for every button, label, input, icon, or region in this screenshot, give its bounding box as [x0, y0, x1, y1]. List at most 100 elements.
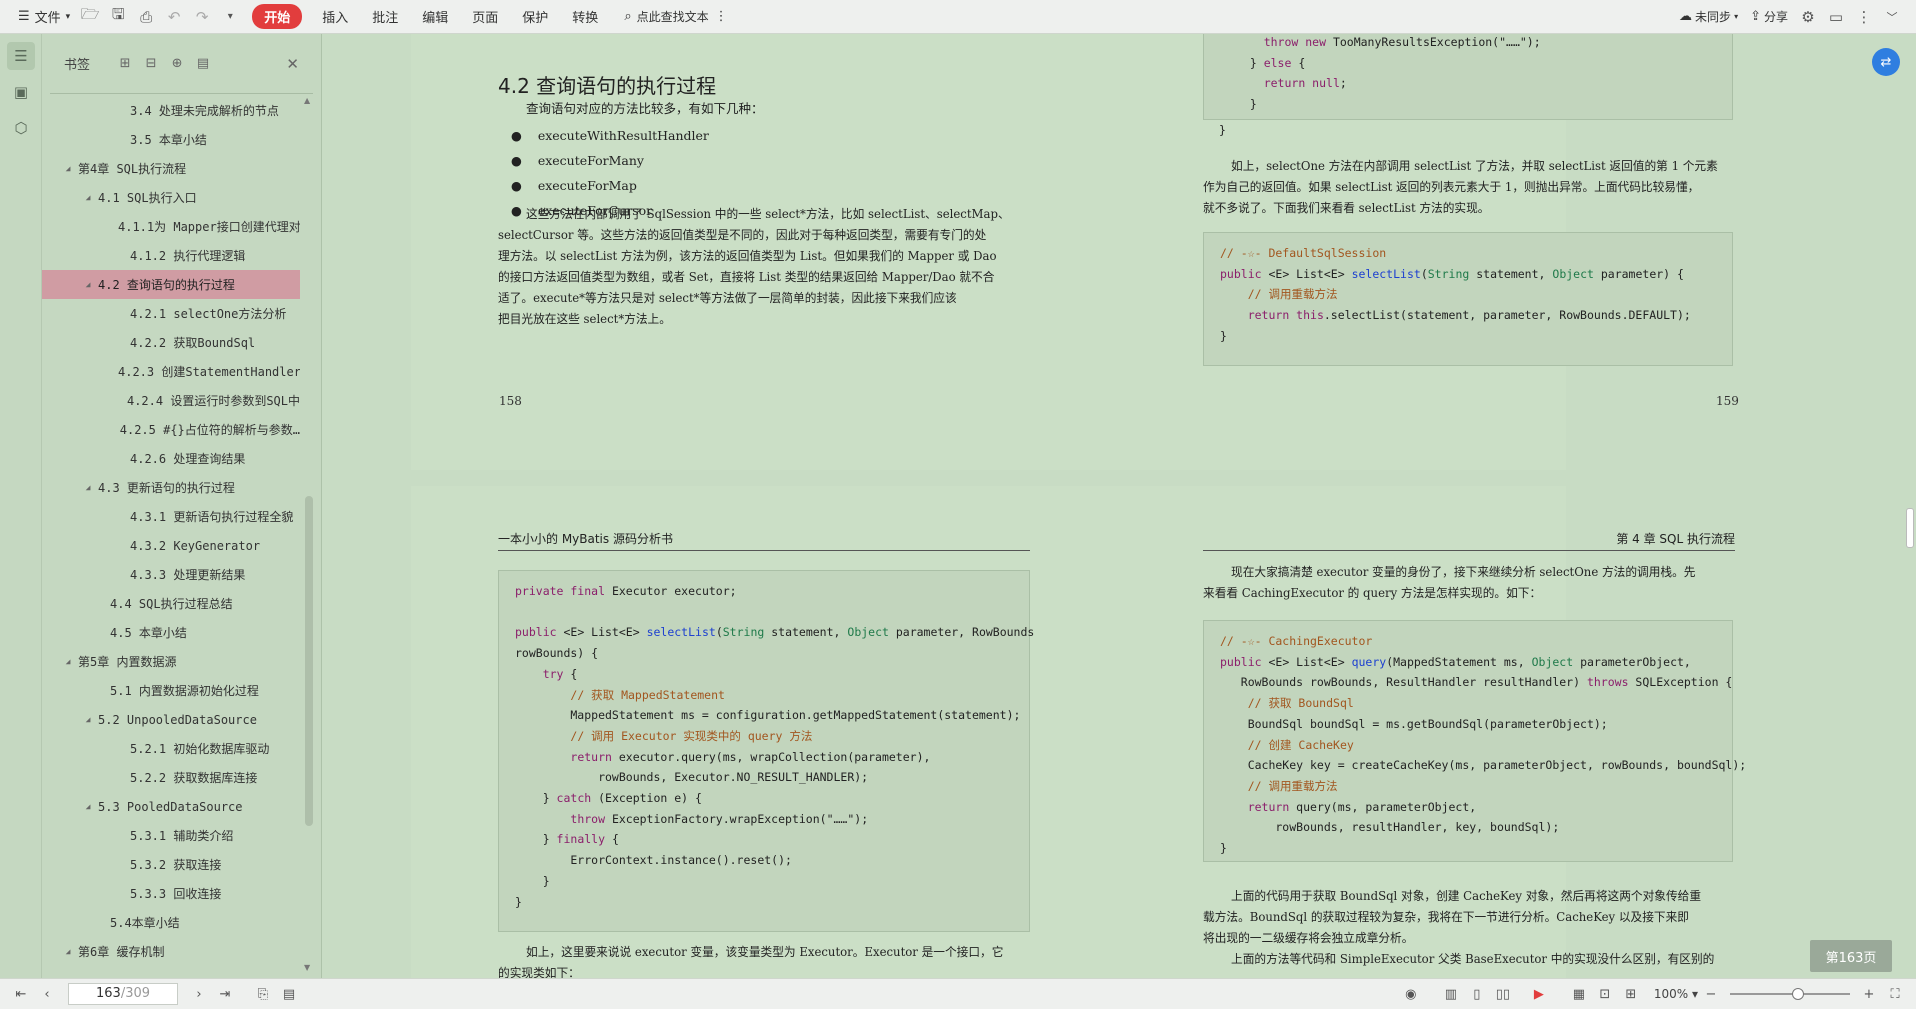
page-number-input[interactable]: 163/309: [68, 983, 178, 1005]
dual-page-icon[interactable]: ▯▯: [1490, 979, 1516, 1009]
more-vertical-icon[interactable]: ⋮: [1850, 0, 1878, 34]
save-icon[interactable]: 🖫: [104, 0, 132, 34]
tab-edit[interactable]: 编辑: [410, 7, 460, 26]
toc-item[interactable]: 5.3.2 获取连接: [42, 850, 300, 879]
toc-item[interactable]: ◢ 第5章 内置数据源: [42, 647, 300, 676]
sync-status[interactable]: ☁ 未同步 ▾: [1673, 0, 1744, 34]
print-icon[interactable]: ⎙: [132, 0, 160, 34]
close-icon[interactable]: ✕: [286, 55, 299, 73]
toc-item[interactable]: 4.2.1 selectOne方法分析: [42, 299, 300, 328]
bookmark-panel-icon[interactable]: ☰: [7, 42, 35, 70]
last-page-icon[interactable]: ⇥: [212, 979, 238, 1009]
zoom-slider-thumb[interactable]: [1792, 988, 1804, 1000]
file-menu[interactable]: ☰ 文件 ▾: [12, 0, 76, 34]
settings-icon[interactable]: ⚙: [1794, 0, 1822, 34]
expand-all-icon[interactable]: ⊞: [112, 56, 138, 71]
tab-comment[interactable]: 批注: [360, 7, 410, 26]
zoom-in-icon[interactable]: +: [1856, 979, 1882, 1009]
toc-item[interactable]: 5.4本章小结: [42, 908, 300, 937]
toc-item[interactable]: 4.1.2 执行代理逻辑: [42, 241, 300, 270]
toc-item[interactable]: 5.2.1 初始化数据库驱动: [42, 734, 300, 763]
expand-triangle-icon[interactable]: ◢: [62, 657, 74, 666]
expand-triangle-icon[interactable]: ◢: [62, 947, 74, 956]
toc-item[interactable]: 4.2.5 #{}占位符的解析与参数…: [42, 415, 300, 444]
toc-item[interactable]: 5.3.3 回收连接: [42, 879, 300, 908]
redo-icon[interactable]: ↷: [188, 0, 216, 34]
toc-item[interactable]: ◢ 5.3 PooledDataSource: [42, 792, 300, 821]
play-icon[interactable]: ▶: [1526, 979, 1552, 1009]
document-scroll-thumb[interactable]: [1906, 508, 1914, 548]
toc-item-label: 4.2.2 获取BoundSql: [130, 336, 256, 350]
undo-icon[interactable]: ↶: [160, 0, 188, 34]
share-button[interactable]: ⇪ 分享: [1744, 0, 1794, 34]
toc-item[interactable]: 4.2.3 创建StatementHandler: [42, 357, 300, 386]
toc-item[interactable]: 4.2.6 处理查询结果: [42, 444, 300, 473]
toc-item[interactable]: ◢ 4.1 SQL执行入口: [42, 183, 300, 212]
toc-item[interactable]: 3.5 本章小结: [42, 125, 300, 154]
comment-icon[interactable]: ▭: [1822, 0, 1850, 34]
toc-item[interactable]: 4.3.1 更新语句执行过程全貌: [42, 502, 300, 531]
expand-triangle-icon[interactable]: ◢: [82, 483, 94, 492]
add-bookmark-icon[interactable]: ⊕: [164, 56, 190, 71]
prev-page-icon[interactable]: ‹: [34, 979, 60, 1009]
next-page-icon[interactable]: ›: [186, 979, 212, 1009]
bookmark-options-icon[interactable]: ▤: [190, 56, 216, 71]
actual-size-icon[interactable]: ⊞: [1618, 979, 1644, 1009]
floating-assistant-icon[interactable]: ⇄: [1872, 48, 1900, 76]
toc-item[interactable]: 4.3.3 处理更新结果: [42, 560, 300, 589]
sidebar-scroll-thumb[interactable]: [305, 496, 313, 826]
fullscreen-icon[interactable]: ⛶: [1882, 979, 1908, 1009]
zoom-slider[interactable]: [1730, 988, 1850, 1000]
search-icon: ⌕: [624, 9, 632, 24]
continuous-view-icon[interactable]: ▥: [1438, 979, 1464, 1009]
toc-item[interactable]: ◢ 第4章 SQL执行流程: [42, 154, 300, 183]
current-page: 163: [95, 986, 121, 1001]
toc-item[interactable]: ◢ 第6章 缓存机制: [42, 937, 300, 966]
tab-convert[interactable]: 转换: [560, 7, 610, 26]
scroll-up-icon[interactable]: ▲: [304, 96, 310, 105]
toc-item[interactable]: 4.1.1为 Mapper接口创建代理对象: [42, 212, 300, 241]
copy-page-icon[interactable]: ▤: [276, 979, 302, 1009]
scroll-down-icon[interactable]: ▼: [304, 963, 310, 972]
fit-page-icon[interactable]: ▦: [1566, 979, 1592, 1009]
zoom-level[interactable]: 100% ▾: [1654, 987, 1698, 1001]
expand-triangle-icon[interactable]: ◢: [62, 164, 74, 173]
toc-item[interactable]: ◢ 5.2 UnpooledDataSource: [42, 705, 300, 734]
toc-item[interactable]: 4.5 本章小结: [42, 618, 300, 647]
toc-item[interactable]: 4.2.4 设置运行时参数到SQL中: [42, 386, 300, 415]
expand-triangle-icon[interactable]: ◢: [82, 193, 94, 202]
single-page-icon[interactable]: ▯: [1464, 979, 1490, 1009]
toc-item[interactable]: 4.4 SQL执行过程总结: [42, 589, 300, 618]
toc-item[interactable]: 4.2.2 获取BoundSql: [42, 328, 300, 357]
search-text-button[interactable]: ⌕ 点此查找文本 ⋮: [618, 0, 733, 34]
tab-protect[interactable]: 保护: [510, 7, 560, 26]
attachment-panel-icon[interactable]: ⬡: [7, 114, 35, 142]
collapse-chevron-icon[interactable]: ﹀: [1878, 0, 1906, 34]
document-scrollbar[interactable]: [1904, 34, 1916, 978]
toc-item[interactable]: ◢ 4.2 查询语句的执行过程: [42, 270, 300, 299]
tab-insert[interactable]: 插入: [310, 7, 360, 26]
thumbnail-panel-icon[interactable]: ▣: [7, 78, 35, 106]
sidebar-scrollbar[interactable]: ▲ ▼: [302, 96, 316, 972]
export-page-icon[interactable]: ⎘: [250, 979, 276, 1009]
zoom-out-icon[interactable]: −: [1698, 979, 1724, 1009]
eye-protect-icon[interactable]: ◉: [1398, 979, 1424, 1009]
expand-triangle-icon[interactable]: ◢: [82, 280, 94, 289]
expand-triangle-icon[interactable]: ◢: [82, 802, 94, 811]
open-folder-icon[interactable]: 🗁: [76, 0, 104, 34]
first-page-icon[interactable]: ⇤: [8, 979, 34, 1009]
expand-triangle-icon[interactable]: ◢: [82, 715, 94, 724]
code-line: // 调用重载方法: [1247, 287, 1338, 302]
toc-item[interactable]: 4.3.2 KeyGenerator: [42, 531, 300, 560]
body-paragraph: 如上，这里要来说说 executor 变量，该变量类型为 Executor。Ex…: [498, 942, 1033, 978]
toc-item[interactable]: ◢ 4.3 更新语句的执行过程: [42, 473, 300, 502]
toc-item[interactable]: 5.2.2 获取数据库连接: [42, 763, 300, 792]
collapse-all-icon[interactable]: ⊟: [138, 56, 164, 71]
fit-width-icon[interactable]: ⊡: [1592, 979, 1618, 1009]
toc-item[interactable]: 5.3.1 辅助类介绍: [42, 821, 300, 850]
more-dropdown-icon[interactable]: ▾: [216, 0, 244, 34]
tab-page[interactable]: 页面: [460, 7, 510, 26]
toc-item[interactable]: 5.1 内置数据源初始化过程: [42, 676, 300, 705]
toc-item[interactable]: 3.4 处理未完成解析的节点: [42, 96, 300, 125]
tab-start[interactable]: 开始: [252, 4, 303, 29]
